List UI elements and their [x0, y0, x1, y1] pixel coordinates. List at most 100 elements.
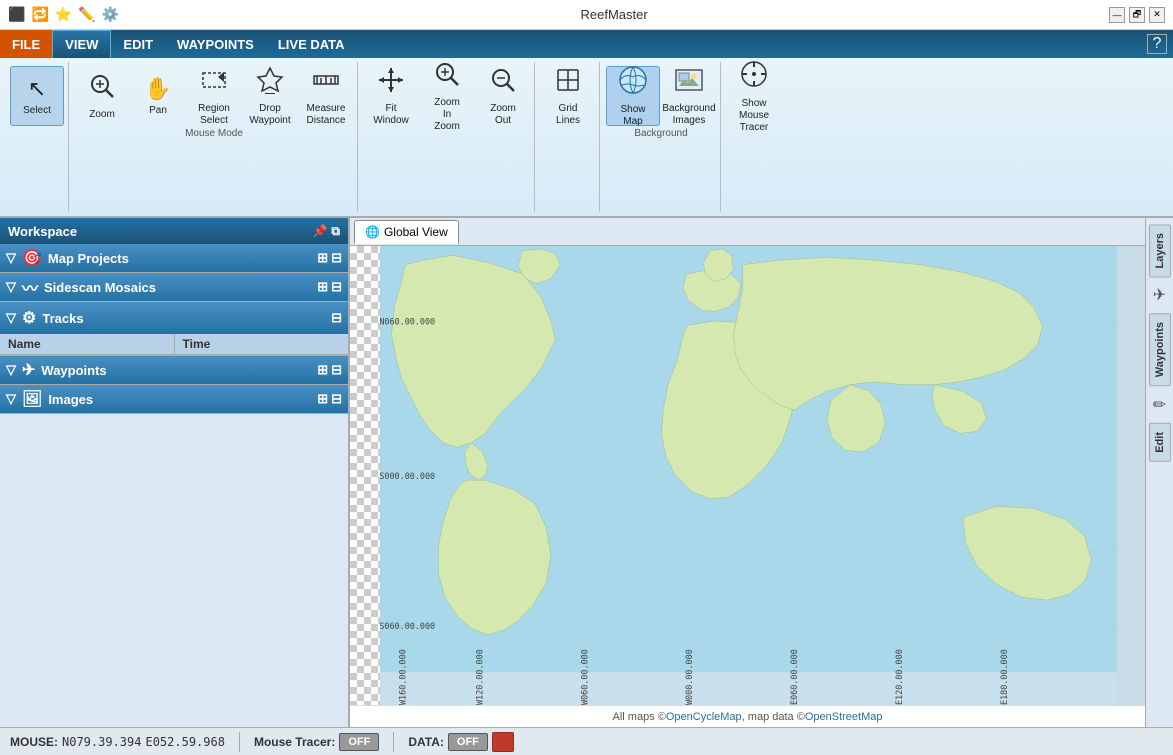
measure-distance-button[interactable]: MeasureDistance: [299, 66, 353, 126]
map-projects-expand-icon[interactable]: ⊟: [331, 250, 342, 266]
menubar: FILE VIEW EDIT WAYPOINTS LIVE DATA ?: [0, 30, 1173, 58]
images-label: Images: [48, 392, 93, 407]
svg-text:W160.00.000: W160.00.000: [398, 649, 408, 705]
pan-button[interactable]: ✋ Pan: [131, 66, 185, 126]
sidescan-icon: 〰: [22, 275, 38, 299]
openstreetmap-link[interactable]: OpenStreetMap: [805, 711, 883, 723]
settings-icon[interactable]: ⚙️: [102, 6, 119, 23]
title-bar-icons: ⬛ 🔁 ⭐ ✏️ ⚙️: [8, 6, 119, 23]
toolbar-group-mousemode: Zoom ✋ Pan RegionSelect DropWaypoint: [71, 62, 358, 212]
tree-section-tracks: ▽ ⚙ Tracks ⊟ Name Time: [0, 302, 348, 356]
mouse-section: MOUSE: N079.39.394 E052.59.968: [10, 735, 225, 749]
data-red-button[interactable]: [492, 732, 514, 752]
tree-section-map-projects: ▽ 🎯 Map Projects ⊞ ⊟: [0, 244, 348, 273]
status-divider-2: [393, 732, 394, 752]
opencyclemap-link[interactable]: OpenCycleMap: [666, 711, 742, 723]
help-button[interactable]: ?: [1147, 34, 1167, 54]
tree-section-images: ▽ 🖼 Images ⊞ ⊟: [0, 385, 348, 414]
show-map-icon: [618, 65, 648, 101]
sidebar-header-icons: 📌 ⧉: [312, 224, 340, 239]
waypoints-collapse-icon: ▽: [6, 362, 16, 378]
region-select-button[interactable]: RegionSelect: [187, 66, 241, 126]
measure-distance-icon: [312, 66, 340, 100]
waypoints-add-icon[interactable]: ⊞: [317, 362, 328, 378]
restore-icon[interactable]: 🔁: [31, 6, 48, 23]
layers-tab[interactable]: Layers: [1149, 224, 1171, 277]
waypoints-header[interactable]: ▽ ✈ Waypoints ⊞ ⊟: [0, 356, 348, 384]
toolbar-group-grid: GridLines: [537, 62, 600, 212]
data-toggle[interactable]: OFF: [448, 733, 488, 751]
images-add-icon[interactable]: ⊞: [317, 391, 328, 407]
grid-lines-button[interactable]: GridLines: [541, 66, 595, 126]
copyright-bar: All maps © OpenCycleMap , map data © Ope…: [350, 705, 1145, 727]
tracks-header[interactable]: ▽ ⚙ Tracks ⊟: [0, 302, 348, 334]
svg-text:E180.00.000: E180.00.000: [999, 649, 1009, 705]
tree-section-sidescan: ▽ 〰 Sidescan Mosaics ⊞ ⊟: [0, 273, 348, 302]
fit-window-button[interactable]: FitWindow: [364, 66, 418, 126]
sidescan-header[interactable]: ▽ 〰 Sidescan Mosaics ⊞ ⊟: [0, 273, 348, 301]
svg-text:E060.00.000: E060.00.000: [789, 649, 799, 705]
close-button[interactable]: ✕: [1149, 7, 1165, 23]
waypoints-icons: ⊞ ⊟: [317, 362, 342, 378]
minimize-button[interactable]: —: [1109, 7, 1125, 23]
map-area: 🌐 Global View: [350, 218, 1145, 727]
svg-text:W120.00.000: W120.00.000: [474, 649, 484, 705]
menu-waypoints[interactable]: WAYPOINTS: [165, 30, 266, 58]
restore-button[interactable]: 🗗: [1129, 7, 1145, 23]
waypoints-right-tab[interactable]: Waypoints: [1149, 313, 1171, 386]
mouse-tracer-section: Mouse Tracer: OFF: [254, 733, 379, 751]
sidescan-collapse-icon: ▽: [6, 279, 16, 295]
globe-tab-icon: 🌐: [365, 225, 380, 239]
svg-text:E120.00.000: E120.00.000: [894, 649, 904, 705]
show-map-button[interactable]: ShowMap: [606, 66, 660, 126]
images-expand-icon[interactable]: ⊟: [331, 391, 342, 407]
images-icons: ⊞ ⊟: [317, 391, 342, 407]
sidescan-expand-icon[interactable]: ⊟: [331, 279, 342, 295]
waypoints-expand-icon[interactable]: ⊟: [331, 362, 342, 378]
map-projects-icon: 🎯: [22, 248, 42, 268]
region-select-icon: [200, 66, 228, 100]
drop-waypoint-button[interactable]: DropWaypoint: [243, 66, 297, 126]
tracks-expand-icon[interactable]: ⊟: [331, 310, 342, 326]
menu-view[interactable]: VIEW: [52, 30, 111, 58]
tree-section-waypoints: ▽ ✈ Waypoints ⊞ ⊟: [0, 356, 348, 385]
data-label: DATA:: [408, 735, 444, 749]
global-view-tab[interactable]: 🌐 Global View: [354, 220, 459, 244]
edit-icon: ✏️: [78, 6, 95, 23]
background-images-button[interactable]: BackgroundImages: [662, 66, 716, 126]
zoom-out-icon: [489, 66, 517, 100]
zoom-button[interactable]: Zoom: [75, 66, 129, 126]
toolbar-group-select: ↖ Select: [6, 62, 69, 212]
select-label: Select: [23, 105, 51, 117]
mouse-tracer-toggle[interactable]: OFF: [339, 733, 379, 751]
svg-text:W060.00.000: W060.00.000: [579, 649, 589, 705]
menu-file[interactable]: FILE: [0, 30, 52, 58]
waypoints-label: Waypoints: [41, 363, 106, 378]
right-sidebar: Layers ✈ Waypoints ✏ Edit: [1145, 218, 1173, 727]
menu-livedata[interactable]: LIVE DATA: [266, 30, 357, 58]
select-button[interactable]: ↖ Select: [10, 66, 64, 126]
edit-right-icon[interactable]: ✏: [1149, 391, 1170, 419]
sidebar-detach-icon[interactable]: ⧉: [331, 224, 340, 239]
fit-window-icon: [377, 66, 405, 100]
map-projects-header[interactable]: ▽ 🎯 Map Projects ⊞ ⊟: [0, 244, 348, 272]
copyright-text1: All maps ©: [613, 711, 666, 723]
menu-edit[interactable]: EDIT: [111, 30, 165, 58]
mouse-coord-1: N079.39.394: [62, 735, 141, 749]
images-header[interactable]: ▽ 🖼 Images ⊞ ⊟: [0, 385, 348, 413]
edit-right-tab[interactable]: Edit: [1149, 423, 1171, 462]
sidebar-pin-icon[interactable]: 📌: [312, 224, 327, 239]
sidescan-add-icon[interactable]: ⊞: [317, 279, 328, 295]
zoom-in-button[interactable]: ZoomInZoom: [420, 66, 474, 126]
pan-icon: ✋: [144, 76, 171, 102]
svg-text:N060.00.000: N060.00.000: [379, 317, 435, 327]
map-canvas[interactable]: W160.00.000 W120.00.000 W060.00.000 W000…: [350, 246, 1145, 705]
map-projects-add-icon[interactable]: ⊞: [317, 250, 328, 266]
waypoints-right-icon[interactable]: ✈: [1149, 281, 1170, 309]
zoom-out-button[interactable]: ZoomOut: [476, 66, 530, 126]
map-tab-bar: 🌐 Global View: [350, 218, 1145, 246]
background-images-icon: [674, 66, 704, 100]
tracks-col-name: Name: [0, 334, 175, 354]
show-mouse-tracer-button[interactable]: Show MouseTracer: [727, 66, 781, 126]
mousemode-label: Mouse Mode: [185, 128, 243, 139]
